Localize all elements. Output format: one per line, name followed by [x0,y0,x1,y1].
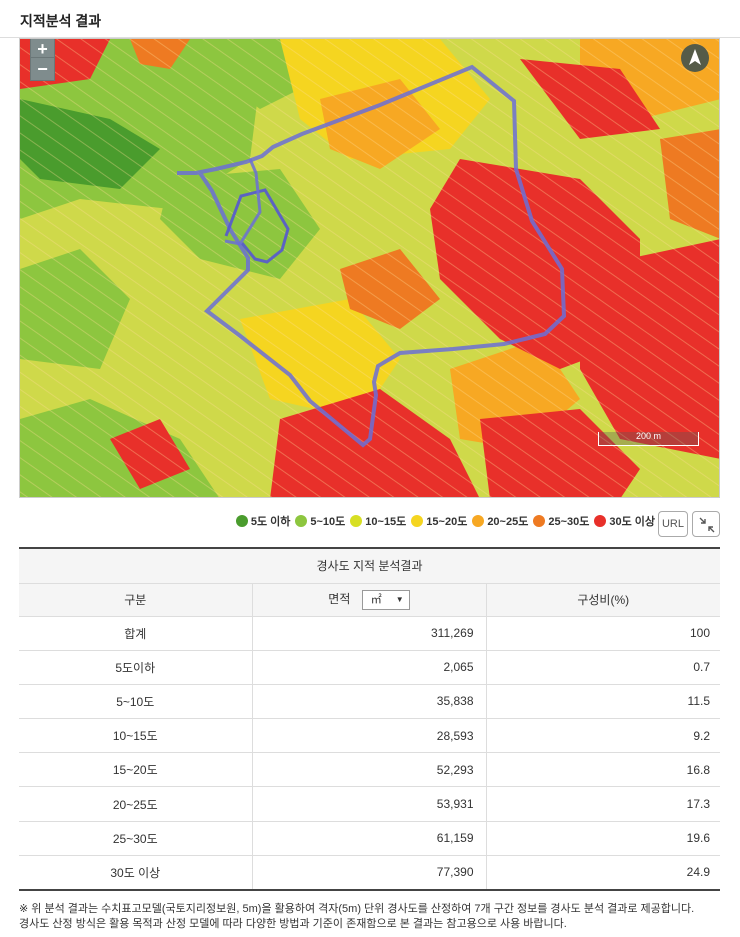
legend-item: 10~15도 [350,513,406,529]
cell-ratio: 11.5 [485,684,720,720]
cell-area: 35,838 [251,684,486,720]
legend-label: 15~20도 [426,516,468,528]
legend-label: 20~25도 [487,516,529,528]
zoom-out-button[interactable]: − [30,57,55,81]
cell-ratio: 9.2 [485,718,720,754]
col-header-area-label: 면적 [328,591,351,606]
legend-label: 5도 이하 [250,516,291,528]
cell-ratio: 19.6 [485,821,720,856]
cell-ratio: 16.8 [485,752,720,788]
legend-swatch [472,515,485,527]
unit-select[interactable]: ㎡ ▼ [361,589,410,610]
collapse-icon [699,517,715,533]
cell-category: 5~10도 [19,684,252,720]
cell-area: 53,931 [251,786,486,822]
legend-swatch [533,515,546,527]
cell-area: 28,593 [251,718,486,754]
legend-swatch [350,515,363,527]
slope-map[interactable]: + − 200 m [19,38,720,498]
url-button[interactable]: URL [658,511,688,537]
shrink-button[interactable] [692,511,720,537]
table-caption: 경사도 지적 분석결과 [19,547,720,584]
scale-bar: 200 m [598,431,699,446]
cell-ratio: 100 [485,616,720,651]
note-line-2: 경사도 산정 방식은 활용 목적과 산정 모델에 따라 다양한 방법과 기준이 … [19,918,567,930]
unit-select-value: ㎡ [370,593,382,606]
legend-label: 10~15도 [365,516,407,528]
cell-ratio: 17.3 [485,786,720,822]
slope-legend: 5도 이하 5~10도 10~15도 15~20도 20~25도 25~30도 30도 이상 [0,508,740,536]
table-body: 합계 311,269 100 5도이하 2,065 0.7 5~10도 35,838 11.5 1… [19,616,720,891]
cell-category: 15~20도 [19,752,252,788]
section-header: 지적분석 결과 [0,0,740,38]
table-row: 25~30도 61,159 19.6 [19,821,720,856]
cell-area: 61,159 [251,821,486,856]
legend-item: 15~20도 [411,513,467,529]
cell-category: 10~15도 [19,718,252,754]
scale-label: 200 m [635,431,661,441]
legend-item: 25~30도 [533,513,589,529]
legend-item: 5~10도 [295,513,345,529]
col-header-ratio: 구성비(%) [485,583,720,617]
cell-area: 77,390 [251,855,486,891]
section-title: 지적분석 결과 [20,13,102,29]
cell-category: 20~25도 [19,786,252,822]
cell-area: 2,065 [251,650,486,685]
analysis-note: ※ 위 분석 결과는 수치표고모델(국토지리정보원, 5m)을 활용하여 격자(… [19,902,734,932]
legend-item: 20~25도 [472,513,528,529]
legend-list: 5도 이하 5~10도 10~15도 15~20도 20~25도 25~30도 30도 이상 [235,513,655,529]
table-row: 30도 이상 77,390 24.9 [19,855,720,891]
col-header-category: 구분 [19,583,252,617]
table-row: 5~10도 35,838 11.5 [19,684,720,720]
legend-item: 5도 이하 [235,513,291,529]
cell-area: 311,269 [251,616,486,651]
cell-area: 52,293 [251,752,486,788]
north-arrow-icon[interactable] [681,44,709,72]
slope-analysis-table: 경사도 지적 분석결과 구분 면적 ㎡ ▼ 구성비(%) 합계 311,269 10… [19,547,720,891]
col-header-area: 면적 ㎡ ▼ [251,583,486,617]
legend-swatch [295,515,308,527]
legend-label: 5~10도 [310,516,346,528]
cell-category: 합계 [19,616,252,651]
table-row: 합계 311,269 100 [19,616,720,651]
legend-item: 30도 이상 [594,513,655,529]
legend-swatch [594,515,607,527]
table-row: 10~15도 28,593 9.2 [19,718,720,754]
table-row: 5도이하 2,065 0.7 [19,650,720,685]
legend-swatch [411,515,424,527]
cell-ratio: 24.9 [485,855,720,891]
cell-category: 30도 이상 [19,855,252,891]
cell-ratio: 0.7 [485,650,720,685]
cell-category: 25~30도 [19,821,252,856]
legend-swatch [235,515,248,527]
legend-label: 25~30도 [548,516,590,528]
legend-label: 30도 이상 [609,516,655,528]
table-row: 20~25도 53,931 17.3 [19,786,720,822]
dropdown-arrow-icon: ▼ [395,594,404,604]
table-row: 15~20도 52,293 16.8 [19,752,720,788]
slope-raster [20,39,719,497]
cell-category: 5도이하 [19,650,252,685]
note-line-1: ※ 위 분석 결과는 수치표고모델(국토지리정보원, 5m)을 활용하여 격자(… [19,903,695,915]
